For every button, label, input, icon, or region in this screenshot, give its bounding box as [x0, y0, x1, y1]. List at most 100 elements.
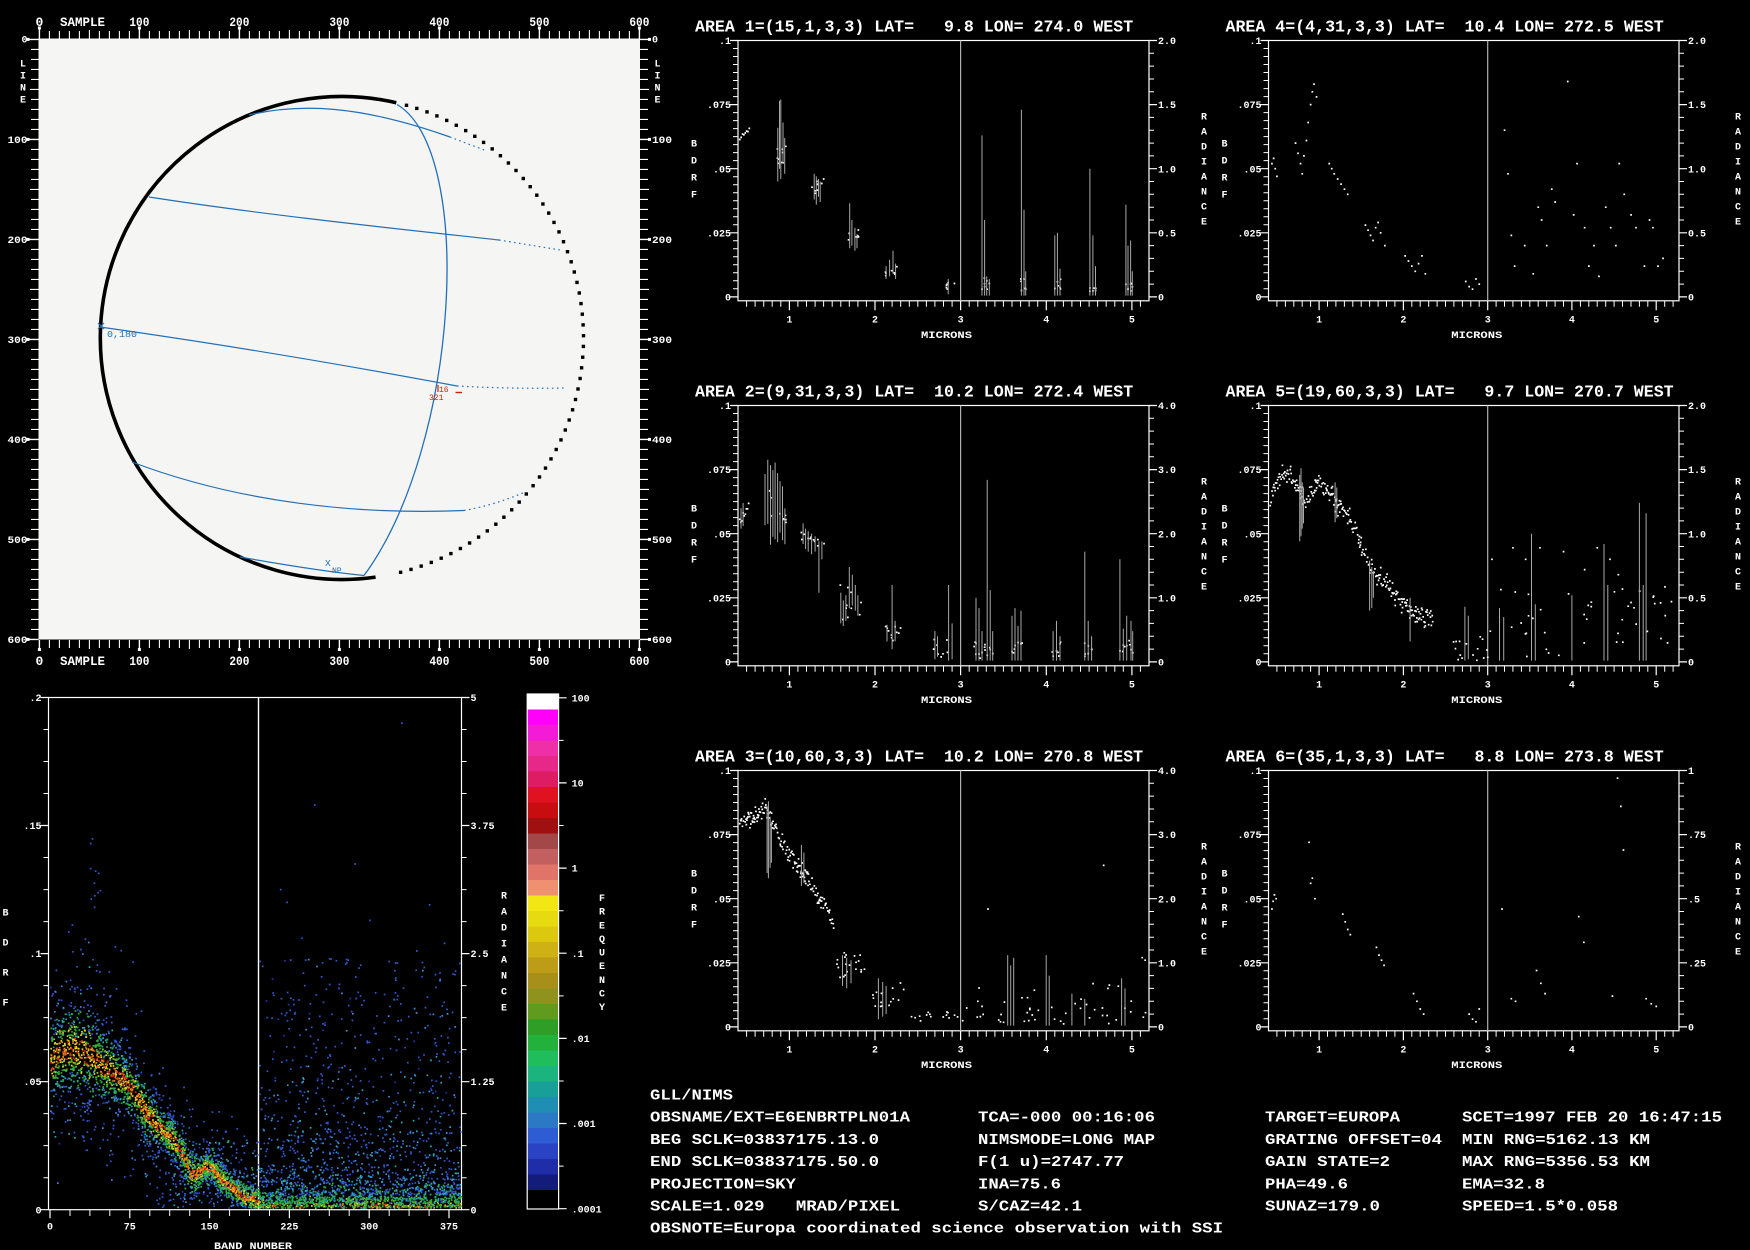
svg-text:1.5: 1.5	[1158, 101, 1176, 112]
svg-text:.05: .05	[713, 530, 731, 541]
svg-text:2: 2	[1400, 316, 1406, 327]
svg-text:225: 225	[280, 1223, 298, 1234]
svg-text:R: R	[1221, 904, 1227, 915]
svg-text:E: E	[1201, 218, 1207, 229]
svg-text:3: 3	[958, 316, 964, 327]
svg-text:A: A	[1201, 173, 1207, 184]
svg-text:500: 500	[8, 536, 28, 547]
svg-text:.05: .05	[1243, 165, 1261, 176]
svg-text:C: C	[1201, 568, 1207, 579]
svg-text:100: 100	[572, 694, 590, 705]
svg-text:E: E	[599, 962, 605, 973]
svg-text:1: 1	[572, 865, 578, 876]
svg-text:10: 10	[572, 780, 584, 791]
svg-text:.025: .025	[707, 959, 731, 970]
svg-text:A: A	[1735, 903, 1741, 914]
svg-text:5: 5	[471, 694, 477, 705]
svg-text:B: B	[2, 909, 8, 920]
svg-text:600: 600	[8, 636, 28, 647]
svg-text:.075: .075	[1237, 101, 1261, 112]
svg-text:0: 0	[725, 659, 731, 670]
svg-text:3.0: 3.0	[1158, 831, 1176, 842]
svg-text:.075: .075	[707, 831, 731, 842]
svg-text:2: 2	[872, 681, 878, 692]
svg-text:500: 500	[529, 654, 549, 669]
svg-text:150: 150	[201, 1223, 219, 1234]
svg-text:2: 2	[1400, 1046, 1406, 1057]
svg-text:L: L	[654, 60, 660, 71]
svg-text:A: A	[501, 908, 507, 919]
svg-text:D: D	[1201, 508, 1207, 519]
svg-text:2.5: 2.5	[471, 950, 489, 961]
svg-text:.01: .01	[572, 1035, 590, 1046]
svg-text:R: R	[1735, 843, 1741, 854]
svg-text:400: 400	[652, 436, 672, 447]
svg-text:600: 600	[629, 654, 649, 669]
svg-text:BEG SCLK=03837175.13.0: BEG SCLK=03837175.13.0	[650, 1133, 879, 1149]
svg-text:0: 0	[35, 15, 43, 30]
svg-text:.025: .025	[1237, 594, 1261, 605]
svg-text:I: I	[1735, 888, 1741, 899]
svg-text:B: B	[1221, 140, 1227, 151]
svg-text:.075: .075	[707, 101, 731, 112]
svg-text:0: 0	[725, 1024, 731, 1035]
svg-text:375: 375	[440, 1223, 458, 1234]
svg-text:4: 4	[1569, 316, 1575, 327]
svg-text:R: R	[1201, 843, 1207, 854]
svg-text:I: I	[1201, 158, 1207, 169]
svg-text:F: F	[2, 999, 8, 1010]
svg-text:R: R	[2, 969, 8, 980]
svg-text:OBSNAME/EXT=E6ENBRTPLN01A: OBSNAME/EXT=E6ENBRTPLN01A	[650, 1111, 910, 1127]
svg-text:A: A	[1201, 858, 1207, 869]
svg-text:N: N	[599, 976, 605, 987]
svg-text:0: 0	[1255, 1024, 1261, 1035]
svg-text:4: 4	[1569, 681, 1575, 692]
svg-text:A: A	[1201, 538, 1207, 549]
svg-text:E: E	[1735, 948, 1741, 959]
svg-text:.025: .025	[1237, 229, 1261, 240]
svg-text:N: N	[1201, 188, 1207, 199]
svg-text:D: D	[501, 924, 507, 935]
svg-text:0.5: 0.5	[1158, 229, 1176, 240]
svg-text:2: 2	[872, 1046, 878, 1057]
svg-text:N: N	[1201, 918, 1207, 929]
svg-text:2.0: 2.0	[1688, 37, 1706, 48]
svg-text:1.0: 1.0	[1158, 165, 1176, 176]
svg-text:.025: .025	[707, 594, 731, 605]
svg-text:S/CAZ=42.1: S/CAZ=42.1	[978, 1200, 1082, 1216]
svg-text:400: 400	[429, 654, 449, 669]
svg-text:I: I	[1735, 158, 1741, 169]
svg-text:A: A	[1201, 128, 1207, 139]
svg-text:.1: .1	[29, 950, 41, 961]
svg-text:.025: .025	[1237, 959, 1261, 970]
svg-text:D: D	[691, 887, 697, 898]
svg-text:R: R	[1221, 539, 1227, 550]
svg-text:1.5: 1.5	[1688, 101, 1706, 112]
svg-text:MICRONS: MICRONS	[1451, 696, 1502, 707]
svg-text:1: 1	[786, 681, 792, 692]
svg-text:0: 0	[1688, 294, 1694, 305]
svg-text:PROJECTION=SKY: PROJECTION=SKY	[650, 1177, 796, 1193]
svg-text:.075: .075	[707, 466, 731, 477]
svg-text:0: 0	[1158, 1024, 1164, 1035]
svg-text:R: R	[691, 904, 697, 915]
svg-text:4.0: 4.0	[1158, 402, 1176, 413]
svg-text:B: B	[691, 140, 697, 151]
svg-text:3: 3	[1485, 316, 1491, 327]
svg-text:E: E	[1201, 948, 1207, 959]
svg-text:B: B	[691, 505, 697, 516]
svg-text:AREA 6=(35,1,3,3) LAT= 8.8 L: AREA 6=(35,1,3,3) LAT= 8.8 LON= 273.8 WE…	[1226, 748, 1664, 767]
svg-text:400: 400	[429, 15, 449, 30]
svg-text:1: 1	[1316, 1046, 1322, 1057]
svg-text:SUNAZ=179.0: SUNAZ=179.0	[1265, 1200, 1380, 1216]
svg-text:0: 0	[1158, 659, 1164, 670]
svg-text:SCALE=1.029 MRAD/PIXEL: SCALE=1.029 MRAD/PIXEL	[650, 1200, 900, 1216]
svg-text:D: D	[1221, 157, 1227, 168]
svg-text:F: F	[691, 921, 697, 932]
svg-text:D: D	[691, 522, 697, 533]
svg-text:EMA=32.8: EMA=32.8	[1462, 1177, 1545, 1193]
svg-text:3: 3	[958, 681, 964, 692]
svg-text:.1: .1	[719, 767, 731, 778]
svg-text:N: N	[501, 972, 507, 983]
svg-text:0: 0	[1158, 294, 1164, 305]
